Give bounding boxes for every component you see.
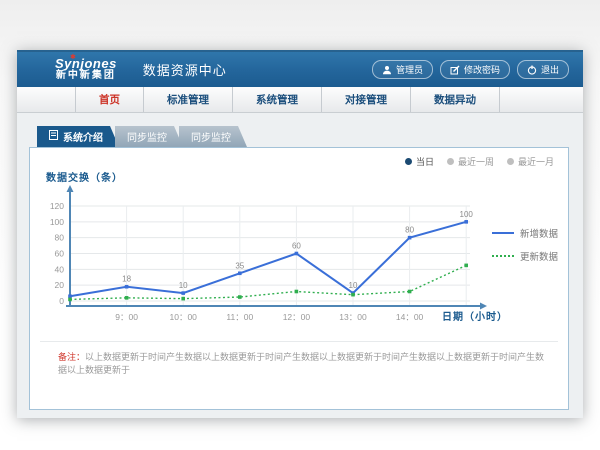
svg-text:20: 20 xyxy=(55,280,65,290)
panel-divider xyxy=(40,341,558,342)
svg-text:10: 10 xyxy=(349,281,358,290)
svg-text:10: 10 xyxy=(179,281,188,290)
nav-item-data-change[interactable]: 数据异动 xyxy=(411,87,500,112)
svg-text:18: 18 xyxy=(122,275,131,284)
legend-line-solid-icon xyxy=(492,232,514,234)
svg-text:60: 60 xyxy=(292,241,301,250)
admin-user-label: 管理员 xyxy=(396,63,423,76)
svg-text:14：00: 14：00 xyxy=(396,312,424,322)
main-nav: 首页 标准管理 系统管理 对接管理 数据异动 xyxy=(17,87,583,113)
logout-label: 退出 xyxy=(541,63,559,76)
nav-item-home[interactable]: 首页 xyxy=(75,87,144,112)
change-password-button[interactable]: 修改密码 xyxy=(440,60,510,79)
legend-new-data-label: 新增数据 xyxy=(520,226,558,240)
footnote: 备注：以上数据更新于时间产生数据以上数据更新于时间产生数据以上数据更新于时间产生… xyxy=(58,351,550,376)
app-header: ✱ Synjones 新中新集团 数据资源中心 管理员 修改密码 xyxy=(17,50,583,87)
nav-item-system-mgmt[interactable]: 系统管理 xyxy=(233,87,322,112)
edit-icon xyxy=(450,65,460,75)
footnote-label: 备注： xyxy=(58,352,85,362)
legend-line-dotted-icon xyxy=(492,255,514,257)
svg-text:0: 0 xyxy=(59,296,64,306)
tab-sync-monitor-2-label: 同步监控 xyxy=(191,129,231,144)
legend-updated-data-label: 更新数据 xyxy=(520,249,558,263)
tab-sync-monitor-2[interactable]: 同步监控 xyxy=(179,126,247,147)
footnote-text: 以上数据更新于时间产生数据以上数据更新于时间产生数据以上数据更新于时间产生数据以… xyxy=(58,352,544,375)
svg-text:60: 60 xyxy=(55,248,65,258)
tab-system-intro[interactable]: 系统介绍 xyxy=(37,126,119,147)
content-area: 系统介绍 同步监控 同步监控 当日 最近一周 xyxy=(17,113,583,418)
logout-icon xyxy=(527,65,537,75)
logo-company: 新中新集团 xyxy=(55,71,117,82)
svg-text:100: 100 xyxy=(460,210,474,219)
svg-text:12：00: 12：00 xyxy=(283,312,311,322)
tab-sync-monitor-1-label: 同步监控 xyxy=(127,129,167,144)
change-password-label: 修改密码 xyxy=(464,63,500,76)
nav-item-standard-mgmt[interactable]: 标准管理 xyxy=(144,87,233,112)
nav-item-interface-mgmt[interactable]: 对接管理 xyxy=(322,87,411,112)
legend-item-new-data: 新增数据 xyxy=(492,226,558,240)
svg-text:80: 80 xyxy=(405,226,414,235)
svg-text:11：00: 11：00 xyxy=(226,312,253,322)
tab-bar: 系统介绍 同步监控 同步监控 xyxy=(37,126,243,147)
page-title: 数据资源中心 xyxy=(143,60,227,79)
company-logo: ✱ Synjones 新中新集团 xyxy=(55,57,117,81)
svg-text:40: 40 xyxy=(55,264,65,274)
admin-user-button[interactable]: 管理员 xyxy=(372,60,433,79)
tab-system-intro-label: 系统介绍 xyxy=(63,129,103,144)
x-axis-title: 日期（小时） xyxy=(442,308,508,323)
legend-item-updated-data: 更新数据 xyxy=(492,249,558,263)
chart-panel: 当日 最近一周 最近一月 数据交换（条） 0204060801001209：00… xyxy=(29,147,569,410)
chart-legend: 新增数据 更新数据 xyxy=(492,226,558,263)
svg-text:9：00: 9：00 xyxy=(115,312,138,322)
svg-text:10：00: 10：00 xyxy=(169,312,197,322)
svg-text:120: 120 xyxy=(50,201,64,211)
document-icon xyxy=(49,130,58,143)
app-window: ✱ Synjones 新中新集团 数据资源中心 管理员 修改密码 xyxy=(17,50,583,418)
user-actions: 管理员 修改密码 退出 xyxy=(372,52,569,87)
logout-button[interactable]: 退出 xyxy=(517,60,569,79)
svg-text:80: 80 xyxy=(55,233,65,243)
svg-text:35: 35 xyxy=(235,261,244,270)
logo-star-icon: ✱ xyxy=(70,54,76,61)
user-icon xyxy=(382,65,392,75)
tab-sync-monitor-1[interactable]: 同步监控 xyxy=(115,126,183,147)
svg-text:100: 100 xyxy=(50,217,64,227)
svg-text:13：00: 13：00 xyxy=(339,312,367,322)
